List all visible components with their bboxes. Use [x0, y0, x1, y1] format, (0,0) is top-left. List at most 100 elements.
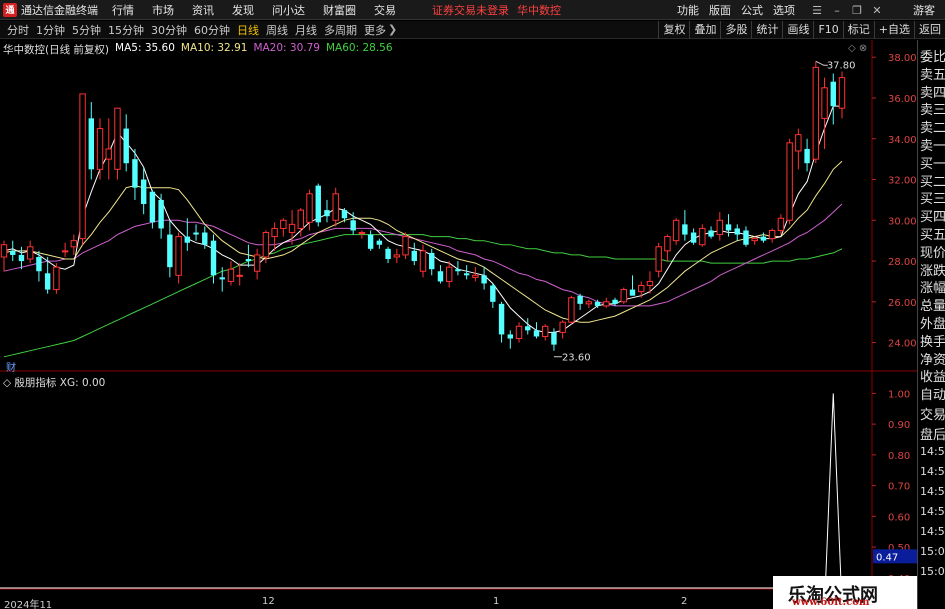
- candle-body: [804, 148, 810, 164]
- menu-options[interactable]: 选项: [773, 2, 795, 18]
- menu-icon[interactable]: ☰: [809, 2, 825, 18]
- menu-formula[interactable]: 公式: [741, 2, 763, 18]
- candle-body: [202, 232, 208, 245]
- candle-body: [751, 238, 758, 242]
- tick-time: 14:56: [920, 505, 945, 518]
- period-5min[interactable]: 5分钟: [72, 22, 101, 38]
- candle-body: [690, 232, 697, 243]
- candle-body: [262, 232, 270, 258]
- quote-field-label: 卖四: [920, 85, 945, 101]
- app-logo-icon: 通: [3, 2, 17, 17]
- candle-body: [271, 227, 278, 238]
- tick-time: 14:57: [920, 525, 945, 538]
- adjust-button[interactable]: 复权: [658, 21, 689, 39]
- candle-body: [114, 107, 121, 170]
- candle-body: [821, 87, 828, 119]
- candle-body: [612, 299, 618, 304]
- period-daily[interactable]: 日线: [237, 22, 259, 38]
- candle-body: [123, 128, 129, 164]
- f10-button[interactable]: F10: [813, 21, 842, 39]
- mark-button[interactable]: 标记: [842, 21, 874, 39]
- sub-tick-label: 1.00: [888, 389, 910, 400]
- menu-market[interactable]: 市场: [152, 2, 174, 18]
- overlay-button[interactable]: 叠加: [689, 21, 720, 39]
- price-tick-label: 32.00: [888, 176, 917, 187]
- candle-body: [184, 236, 191, 243]
- maximize-icon[interactable]: ❐: [849, 2, 865, 18]
- login-status[interactable]: 证券交易未登录: [432, 2, 509, 18]
- tick-time: 14:56: [920, 485, 945, 498]
- period-more[interactable]: 更多: [364, 22, 386, 38]
- candle-body: [629, 289, 636, 296]
- quote-field-label: 收益: [920, 370, 945, 386]
- quote-field-label: 买一: [920, 156, 945, 172]
- title-bar: 通 通达信金融终端 行情 市场 资讯 发现 问小达 财富圈 交易 证券交易未登录…: [0, 0, 945, 20]
- candle-body: [0, 244, 8, 258]
- period-monthly[interactable]: 月线: [295, 22, 317, 38]
- candle-body: [585, 301, 593, 305]
- menu-layout[interactable]: 版面: [709, 2, 731, 18]
- menu-trade[interactable]: 交易: [374, 2, 396, 18]
- multi-stock-button[interactable]: 多股: [720, 21, 751, 39]
- candle-body: [132, 159, 138, 188]
- candle-body: [158, 199, 164, 229]
- high-annotation: 37.80: [827, 60, 856, 71]
- minimize-icon[interactable]: –: [829, 2, 845, 18]
- period-multi[interactable]: 多周期: [324, 22, 357, 38]
- chevron-right-icon[interactable]: ❯: [388, 23, 397, 36]
- price-tick-label: 24.00: [888, 339, 917, 350]
- period-60min[interactable]: 60分钟: [194, 22, 230, 38]
- period-1min[interactable]: 1分钟: [36, 22, 65, 38]
- period-weekly[interactable]: 周线: [266, 22, 288, 38]
- draw-button[interactable]: 画线: [782, 21, 813, 39]
- candle-body: [44, 273, 51, 290]
- period-intraday[interactable]: 分时: [7, 22, 29, 38]
- menu-ask[interactable]: 问小达: [272, 2, 305, 18]
- price-tick-label: 38.00: [888, 53, 917, 64]
- trade-field-label[interactable]: 自动: [920, 384, 945, 403]
- trade-field-label[interactable]: 交易: [920, 404, 945, 423]
- quote-field-label: 外盘: [920, 317, 945, 332]
- quote-side-panel: 委比 卖五 卖四 卖三 卖二 卖一 买一 买二 买三 买四 买五 现价 涨跌 涨幅 总量 外盘 换手 净资 收益 自动…: [917, 40, 945, 609]
- candle-body: [708, 230, 714, 237]
- add-watchlist-button[interactable]: +自选: [873, 21, 914, 39]
- candle-body: [603, 301, 610, 307]
- candle-body: [149, 191, 156, 223]
- quote-field-label: 卖五: [920, 67, 945, 83]
- app-title: 通达信金融终端: [21, 3, 98, 17]
- back-button[interactable]: 返回: [914, 21, 945, 39]
- right-menu: 功能 版面 公式 选项: [667, 0, 795, 20]
- candle-body: [743, 230, 749, 245]
- quote-field-label: 卖一: [920, 139, 945, 154]
- trade-field-label[interactable]: 盘后: [920, 424, 945, 443]
- period-30min[interactable]: 30分钟: [151, 22, 187, 38]
- finance-marker[interactable]: 财: [6, 359, 16, 374]
- stats-button[interactable]: 统计: [751, 21, 782, 39]
- quote-field-label: 涨跌: [920, 263, 945, 279]
- candle-body: [53, 266, 60, 291]
- quote-field-label: 买五: [920, 228, 945, 243]
- candle-body: [445, 266, 453, 282]
- indicator-legend: ◇ 殷朋指标 XG: 0.00: [3, 377, 106, 389]
- candle-body: [830, 81, 836, 107]
- date-label: 2024年11: [4, 600, 53, 609]
- sub-tick-label: 0.80: [888, 451, 910, 462]
- guest-user[interactable]: 游客: [913, 2, 935, 18]
- candle-body: [533, 330, 540, 337]
- ma60-label: MA60: 28.56: [325, 42, 393, 54]
- menu-wealth[interactable]: 财富圈: [323, 2, 356, 18]
- candle-body: [429, 252, 435, 270]
- menu-function[interactable]: 功能: [677, 2, 699, 18]
- candle-body: [795, 134, 802, 152]
- quote-field-label: 现价: [920, 245, 945, 261]
- menu-quotes[interactable]: 行情: [112, 2, 134, 18]
- close-icon[interactable]: ✕: [869, 2, 885, 18]
- menu-discover[interactable]: 发现: [232, 2, 254, 18]
- legend-settings-icon[interactable]: ◇ ⊗: [848, 43, 867, 54]
- candle-body: [324, 210, 330, 217]
- kline-chart[interactable]: 24.00 26.00 28.00 30.00 32.00 34.00 36.00 38.00…: [0, 40, 917, 609]
- date-label: 2: [681, 596, 688, 607]
- date-label: 12: [262, 596, 275, 607]
- period-15min[interactable]: 15分钟: [108, 22, 144, 38]
- menu-news[interactable]: 资讯: [192, 2, 214, 18]
